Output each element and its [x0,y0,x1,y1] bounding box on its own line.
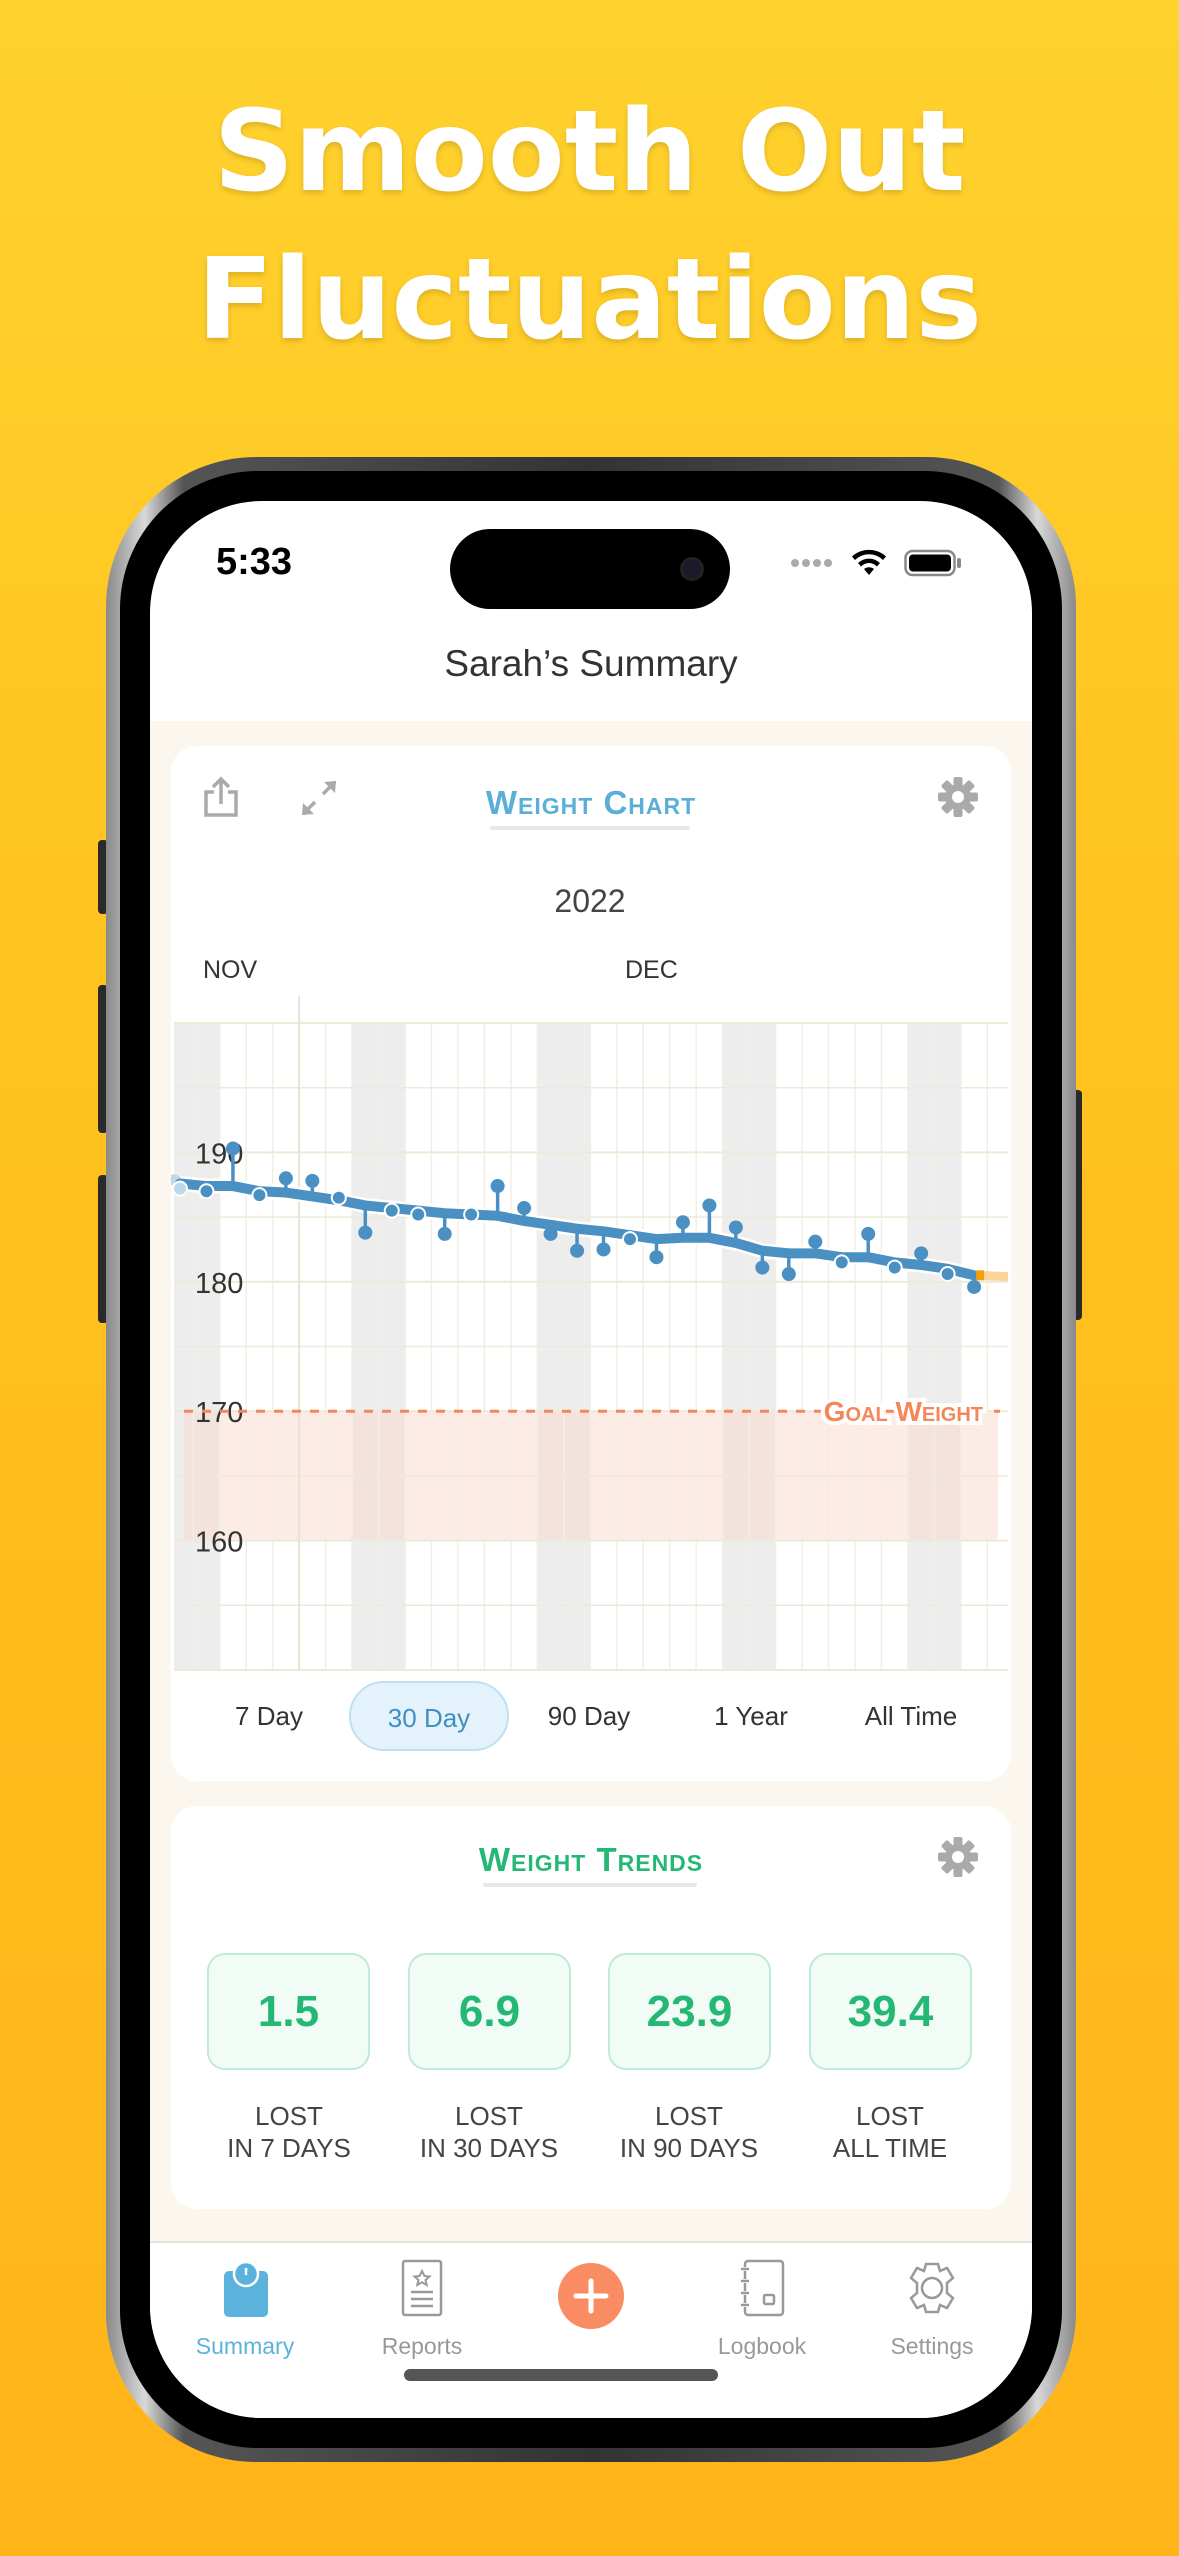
month-label-nov: NOV [203,956,258,984]
range-30-day[interactable]: 30 Day [349,1681,509,1751]
label-line: LOST [255,2101,323,2131]
weight-trends-title: Weight Trends [478,1841,704,1878]
label-line: LOST [856,2101,924,2131]
weigh-in-point [251,1187,268,1204]
headline: Smooth Out Fluctuations [0,78,1179,374]
trend-30-day-label: LOST IN 30 DAYS [389,2100,589,2164]
y-tick-label: 160 [195,1527,243,1559]
weigh-in-point [358,1225,373,1240]
tab-label: Summary [195,2333,295,2359]
label-line: LOST [455,2101,523,2131]
trend-30-day-value: 6.9 [408,1953,571,2070]
headline-line-1: Smooth Out [213,87,966,217]
month-label-dec: DEC [625,956,678,984]
camera-icon [680,557,704,581]
wifi-icon [852,549,886,575]
battery-icon [904,549,961,577]
weigh-in-point [305,1173,320,1188]
tab-label: Reports [381,2333,463,2359]
report-icon [401,2259,443,2317]
y-tick-label: 170 [195,1397,243,1429]
time-range-selector: 7 Day 30 Day 90 Day 1 Year All Time [171,1681,1011,1751]
range-1-year[interactable]: 1 Year [671,1681,831,1751]
trend-90-day-label: LOST IN 90 DAYS [589,2100,789,2164]
weigh-in-point [278,1171,293,1186]
label-line: IN 90 DAYS [619,2133,759,2163]
dynamic-island [450,529,730,609]
label-line: LOST [655,2101,723,2131]
trend-7-day-label: LOST IN 7 DAYS [189,2100,389,2164]
weigh-in-point [675,1215,690,1230]
weigh-in-point [490,1179,505,1194]
weight-chart-card: Weight Chart 2022 NOV DEC 160 170 180 190 Goal … [171,746,1011,1781]
weigh-in-point [886,1259,903,1276]
headline-line-2: Fluctuations [196,235,983,365]
weigh-in-point [198,1183,215,1200]
trend-all-time-value: 39.4 [809,1953,972,2070]
tab-summary[interactable]: Summary [160,2243,330,2393]
summary-content: Weight Chart 2022 NOV DEC 160 170 180 190 Goal … [150,721,1032,2241]
weigh-in-point [781,1267,796,1282]
range-all-time[interactable]: All Time [831,1681,991,1751]
trend-90-day-value: 23.9 [608,1953,771,2070]
tab-label: Settings [890,2333,974,2359]
weigh-in-point [939,1266,956,1283]
logbook-icon [740,2259,785,2317]
title-underline [483,1883,697,1887]
weigh-in-point [649,1250,664,1265]
weigh-in-point [517,1201,532,1216]
weigh-in-point [861,1226,876,1241]
weight-chart[interactable]: 2022NOV DEC160170180190Goal Weight [171,746,1009,1676]
year-label: 2022 [554,883,625,919]
weigh-in-point [702,1198,717,1213]
status-time: 5:33 [216,541,293,583]
weigh-in-point [410,1206,427,1223]
weigh-in-point [543,1226,558,1241]
weigh-in-point [914,1246,929,1261]
label-line: IN 7 DAYS [227,2133,351,2163]
trend-7-day-value: 1.5 [207,1953,370,2070]
weigh-in-point [621,1231,638,1248]
weigh-in-point [172,1180,188,1197]
weight-trends-card: Weight Trends 1.5 6.9 23.9 39.4 LOST IN 7… [171,1806,1011,2209]
trends-settings-gear-icon[interactable] [937,1836,979,1878]
weigh-in-point [570,1243,585,1258]
label-line: ALL TIME [832,2133,948,2163]
weigh-in-point [330,1189,347,1206]
home-indicator [404,2369,718,2381]
signal-dots-icon [791,559,832,567]
status-icons [790,549,962,577]
trend-end-marker [976,1270,985,1281]
weigh-in-point [967,1279,982,1294]
page-title: Sarah’s Summary [444,643,738,684]
trend-all-time-label: LOST ALL TIME [790,2100,990,2164]
weigh-in-point [808,1234,823,1249]
scale-icon [224,2261,268,2317]
weigh-in-point [463,1206,480,1223]
goal-weight-label: Goal Weight [824,1396,983,1427]
weigh-in-point [383,1202,400,1219]
weigh-in-point [833,1254,850,1271]
weigh-in-point [728,1220,743,1235]
phone-frame: 5:33 Sarah’s Summary Weight Chart 2022 NO… [106,457,1076,2462]
weigh-in-point [437,1226,452,1241]
range-7-day[interactable]: 7 Day [189,1681,349,1751]
weigh-in-point [596,1242,611,1257]
y-tick-label: 180 [195,1268,243,1300]
weigh-in-point [225,1141,240,1156]
range-90-day[interactable]: 90 Day [509,1681,669,1751]
tab-bar: Summary Reports Logbook Settings [150,2241,1032,2418]
tab-settings[interactable]: Settings [847,2243,1017,2393]
weigh-in-point [755,1260,770,1275]
gear-icon [909,2262,955,2314]
tab-label: Logbook [717,2333,807,2359]
app-screen: 5:33 Sarah’s Summary Weight Chart 2022 NO… [150,501,1032,2418]
label-line: IN 30 DAYS [419,2133,559,2163]
add-icon [558,2263,624,2329]
